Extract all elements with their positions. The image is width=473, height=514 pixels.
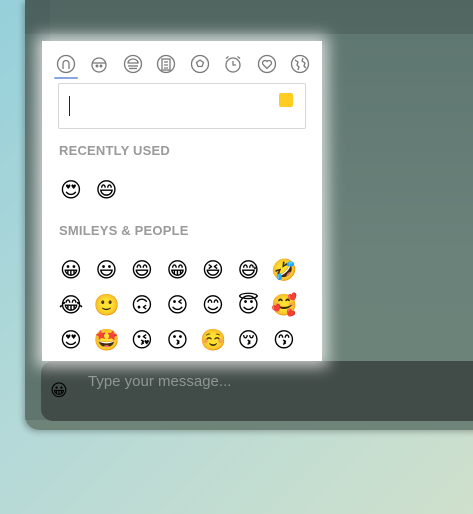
emoji-button[interactable]: 😀 [49,381,69,401]
smileys-emoji[interactable]: ☺️ [200,327,226,353]
smileys-emoji[interactable]: 😀 [58,257,84,283]
tab-people[interactable] [52,49,80,79]
smileys-emoji[interactable]: 😆 [200,257,226,283]
emoji-picker: RECENTLY USED 😍 😄 SMILEYS & PEOPLE 😀 😃 😄 😁 😆 😅… [42,41,322,361]
text-caret [69,96,70,116]
tab-nature[interactable] [85,49,113,79]
tab-activity[interactable] [186,49,214,79]
emoji-search-input[interactable] [69,96,273,118]
message-input[interactable] [86,369,470,393]
smileys-emoji[interactable]: 😇 [236,292,262,318]
message-composer: 😀 [41,361,473,421]
heart-icon [257,54,276,74]
alarm-clock-icon [225,55,241,73]
smileys-emoji-grid: 😀 😃 😄 😁 😆 😅 🤣 😂 🙂 🙃 😉 😊 😇 🥰 😍 🤩 😘 😗 ☺️ 😚 😙 [58,257,307,353]
smileys-emoji[interactable]: 😍 [58,327,84,353]
building-icon [157,54,176,74]
recent-emoji[interactable]: 😍 [58,177,84,203]
chat-header [25,0,473,34]
smileys-emoji[interactable]: 😅 [236,257,262,283]
smileys-emoji[interactable]: 😊 [200,292,226,318]
smileys-emoji[interactable]: 😗 [165,327,191,353]
globe-icon [290,54,310,74]
emoji-search [58,83,306,129]
bear-icon [91,57,108,73]
smileys-emoji[interactable]: 😁 [165,257,191,283]
tab-places[interactable] [152,49,180,79]
ball-icon [190,54,209,74]
tab-symbols[interactable] [253,49,281,79]
recently-used-title: RECENTLY USED [59,143,170,158]
burger-icon [123,54,142,74]
tab-food[interactable] [119,49,147,79]
smileys-emoji[interactable]: 😂 [58,292,84,318]
tab-flags[interactable] [286,49,314,79]
recent-emoji-grid: 😍 😄 [58,177,307,203]
skin-tone-selector[interactable] [279,93,293,107]
smileys-title: SMILEYS & PEOPLE [59,223,189,238]
smileys-emoji[interactable]: 🙃 [129,292,155,318]
smileys-emoji[interactable]: 😄 [129,257,155,283]
smileys-emoji[interactable]: 😃 [94,257,120,283]
person-icon [56,54,76,74]
smileys-emoji[interactable]: 🤩 [94,327,120,353]
recent-emoji[interactable]: 😄 [94,177,120,203]
smileys-emoji[interactable]: 😙 [271,327,297,353]
smileys-emoji[interactable]: 🤣 [271,257,297,283]
tab-objects[interactable] [219,49,247,79]
smileys-emoji[interactable]: 🥰 [271,292,297,318]
smileys-emoji[interactable]: 😉 [165,292,191,318]
smileys-emoji[interactable]: 😘 [129,327,155,353]
smileys-emoji[interactable]: 😚 [236,327,262,353]
category-tabs [52,49,314,79]
smileys-emoji[interactable]: 🙂 [94,292,120,318]
